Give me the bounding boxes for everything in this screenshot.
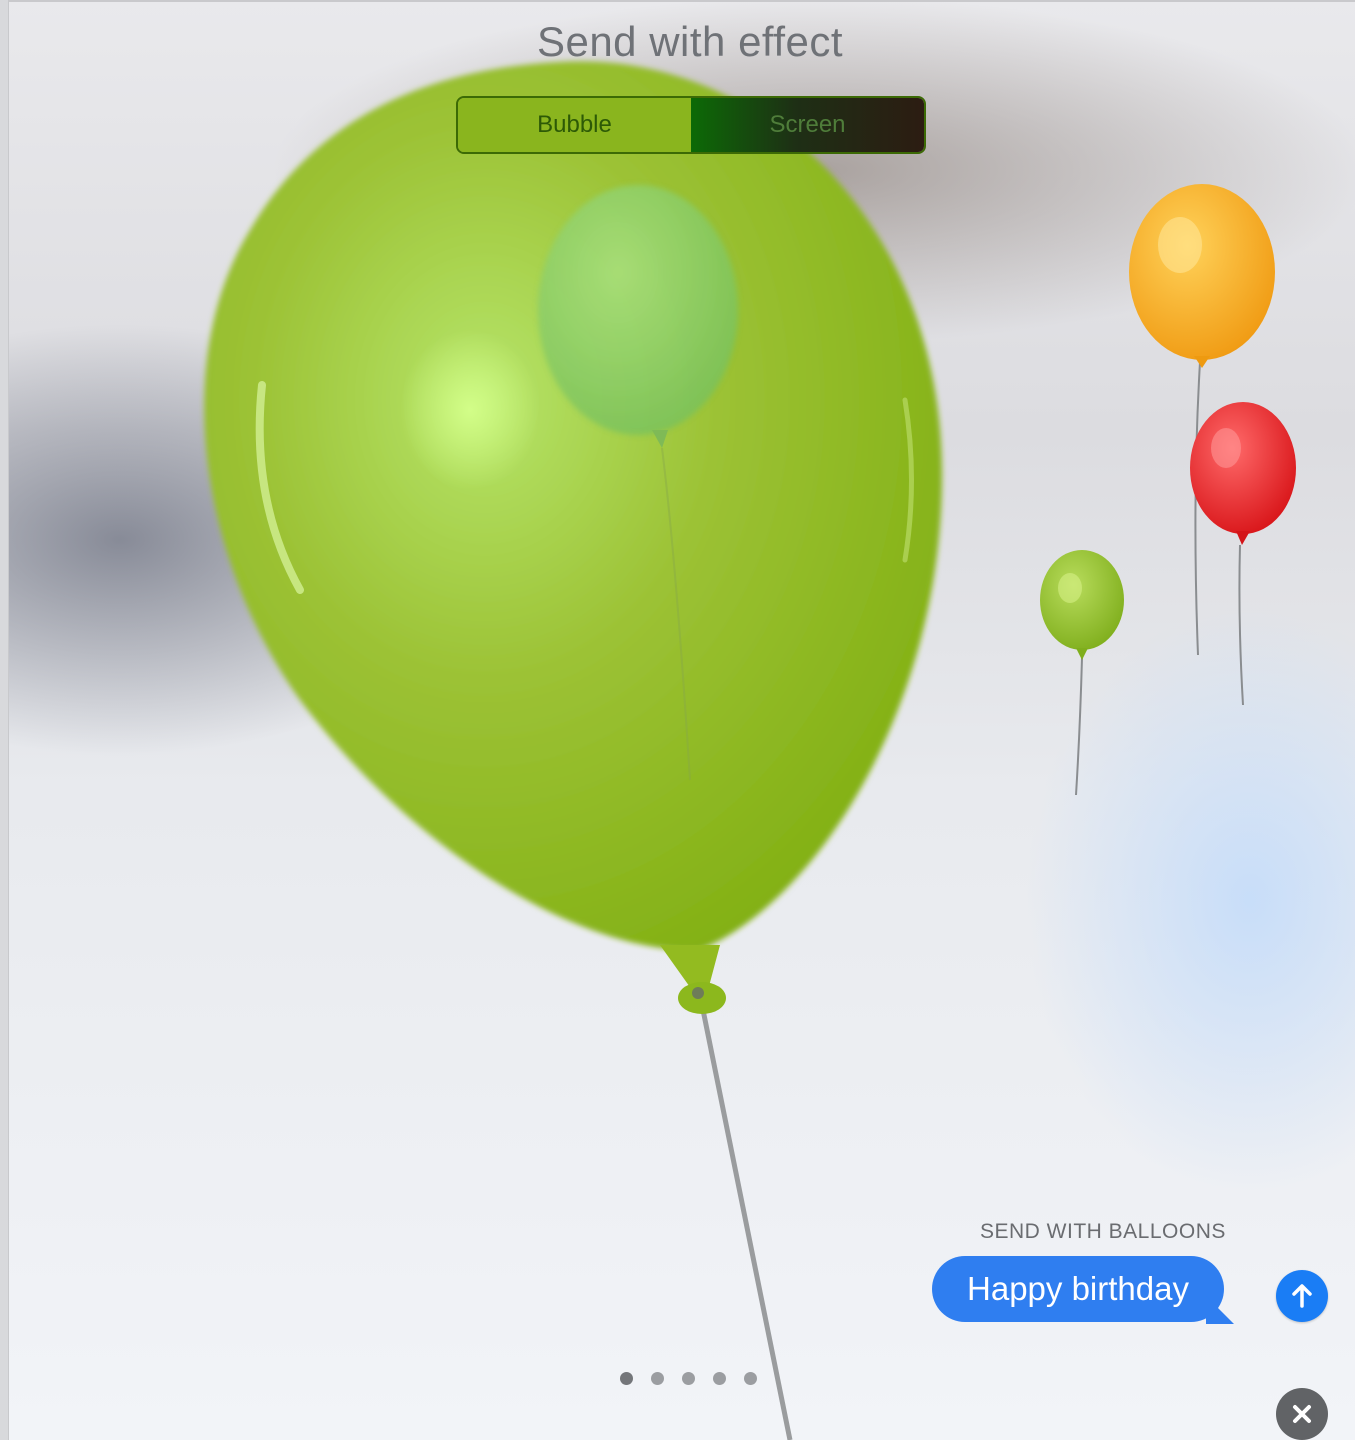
effect-preview-stage: Send with effect Bubble Screen SEND WITH…	[0, 0, 1355, 1440]
send-button[interactable]	[1276, 1270, 1328, 1322]
balloon-string	[1075, 657, 1083, 796]
small-lime-balloon	[1040, 550, 1124, 660]
red-balloon	[1190, 402, 1296, 545]
message-text: Happy birthday	[967, 1270, 1189, 1307]
balloon-string	[1194, 361, 1201, 656]
large-green-balloon	[204, 61, 943, 1014]
close-icon	[1293, 1405, 1311, 1423]
page-dot[interactable]	[620, 1372, 633, 1385]
page-dot[interactable]	[744, 1372, 757, 1385]
message-bubble-tail	[1206, 1296, 1234, 1324]
arrow-up-icon	[1292, 1284, 1312, 1308]
effect-page-indicator	[620, 1372, 757, 1385]
close-button[interactable]	[1276, 1388, 1328, 1440]
tab-bubble[interactable]: Bubble	[458, 98, 691, 152]
message-bubble: Happy birthday	[932, 1256, 1224, 1322]
page-dot[interactable]	[651, 1372, 664, 1385]
page-dot[interactable]	[682, 1372, 695, 1385]
tab-screen[interactable]: Screen	[691, 98, 924, 152]
effect-caption: SEND WITH BALLOONS	[980, 1220, 1226, 1243]
balloon-string	[1238, 544, 1244, 706]
orange-balloon	[1129, 184, 1275, 368]
page-dot[interactable]	[713, 1372, 726, 1385]
effect-type-segmented-control[interactable]: Bubble Screen	[456, 96, 926, 154]
page-title: Send with effect	[536, 18, 844, 65]
